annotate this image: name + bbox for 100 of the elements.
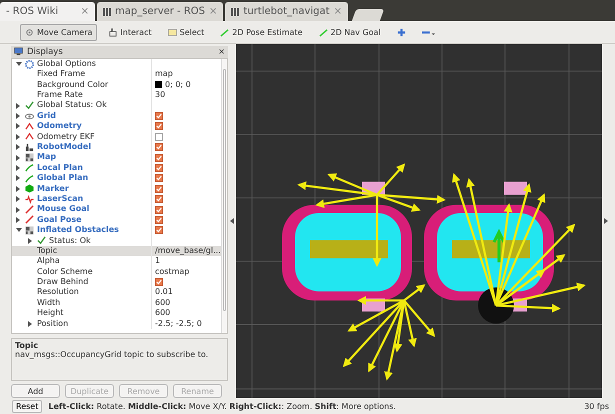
- checkbox[interactable]: [155, 112, 163, 120]
- expand-arrow-icon[interactable]: [16, 154, 20, 161]
- expand-arrow-icon[interactable]: [16, 164, 20, 171]
- tree-label: Mouse Goal: [37, 204, 90, 215]
- tree-row[interactable]: Color Scheme costmap: [12, 266, 221, 278]
- checkbox[interactable]: [155, 278, 163, 286]
- fps-counter: 30 fps: [584, 402, 609, 410]
- tree-row[interactable]: Position -2.5; -2.5; 0: [12, 318, 221, 330]
- tree-row[interactable]: Height 600: [12, 308, 221, 319]
- tree-row[interactable]: Inflated Obstacles: [12, 225, 221, 236]
- tree-label: Topic: [37, 246, 58, 256]
- browser-tab[interactable]: map_server - ROS ×: [97, 2, 224, 21]
- checkbox[interactable]: [155, 184, 163, 193]
- expand-arrow-icon[interactable]: [16, 113, 20, 120]
- tree-label: Alpha: [37, 256, 60, 267]
- tree-row[interactable]: Grid: [12, 110, 221, 122]
- tree-row[interactable]: RobotModel: [12, 142, 221, 152]
- tool-button[interactable]: 2D Nav Goal: [314, 24, 386, 40]
- expand-arrow-icon[interactable]: [16, 144, 20, 150]
- tree-label: Odometry: [37, 121, 82, 132]
- tree-row[interactable]: LaserScan: [12, 194, 221, 204]
- tool-button[interactable]: Select: [162, 24, 210, 40]
- map-view-drawing[interactable]: [236, 44, 602, 398]
- property-value: map: [155, 69, 173, 80]
- property-value: 30: [155, 90, 166, 100]
- laser-scan-icon: [25, 194, 34, 204]
- new-tab-button[interactable]: [352, 9, 384, 21]
- checkbox[interactable]: [155, 216, 163, 224]
- expand-arrow-icon[interactable]: [16, 206, 20, 213]
- tree-row[interactable]: Global Options: [12, 58, 221, 70]
- checkbox[interactable]: [155, 132, 163, 141]
- tree-label: Marker: [37, 184, 69, 194]
- expand-arrow-icon[interactable]: [16, 123, 20, 130]
- tree-row[interactable]: Odometry EKF: [12, 132, 221, 142]
- tree-label: Global Status: Ok: [37, 100, 107, 111]
- camera-icon: [25, 28, 34, 36]
- checkbox[interactable]: [155, 174, 163, 182]
- close-icon[interactable]: ×: [218, 47, 225, 56]
- tree-row[interactable]: Marker: [12, 184, 221, 194]
- tree-row[interactable]: Goal Pose: [12, 214, 221, 226]
- tree-row[interactable]: Frame Rate 30: [12, 90, 221, 100]
- checkbox[interactable]: [155, 154, 163, 162]
- panel-button[interactable]: Add: [11, 384, 60, 398]
- property-value: /move_base/gl...: [155, 246, 221, 256]
- tree-row[interactable]: Background Color 0; 0; 0: [12, 80, 221, 90]
- property-value: 0.01: [155, 287, 173, 298]
- tool-button[interactable]: Interact: [103, 24, 157, 40]
- tree-label: Width: [37, 298, 60, 308]
- expand-arrow-icon[interactable]: [16, 196, 20, 202]
- scrollbar[interactable]: [220, 58, 227, 334]
- tree-row[interactable]: Local Plan: [12, 162, 221, 174]
- reset-button[interactable]: Reset: [12, 400, 42, 412]
- tree-row[interactable]: Resolution 0.01: [12, 287, 221, 298]
- tool-button[interactable]: Move Camera: [20, 24, 98, 40]
- tree-label: Fixed Frame: [37, 69, 86, 80]
- browser-tab[interactable]: - ROS Wiki ×: [0, 2, 95, 21]
- tree-row[interactable]: Alpha 1: [12, 256, 221, 267]
- checkbox[interactable]: [155, 226, 163, 234]
- plus-icon: [396, 28, 406, 36]
- color-swatch[interactable]: [155, 81, 162, 88]
- checkbox[interactable]: [155, 164, 163, 172]
- tree-label: Odometry EKF: [37, 132, 95, 142]
- tree-row[interactable]: Global Plan: [12, 173, 221, 184]
- robot-icon: [25, 142, 34, 152]
- tree-label: Position: [37, 318, 68, 330]
- checkbox[interactable]: [155, 195, 163, 204]
- map-icon: [25, 226, 34, 235]
- expand-arrow-icon[interactable]: [16, 134, 20, 140]
- tree-label: Global Plan: [37, 173, 88, 184]
- tree-label: Status: Ok: [49, 236, 91, 246]
- expand-arrow-icon[interactable]: [16, 102, 20, 109]
- tree-row[interactable]: Width 600: [12, 298, 221, 308]
- tree-label: Height: [37, 308, 64, 319]
- checkbox[interactable]: [155, 122, 163, 130]
- tool-button[interactable]: 2D Pose Estimate: [215, 24, 308, 40]
- tree-row[interactable]: Global Status: Ok: [12, 100, 221, 111]
- expand-arrow-icon[interactable]: [16, 216, 20, 223]
- tree-label: Resolution: [37, 287, 79, 298]
- rectangle-icon: [168, 28, 177, 36]
- panel-title: Displays: [27, 46, 64, 57]
- checkbox[interactable]: [155, 143, 163, 152]
- expand-arrow-icon[interactable]: [16, 62, 22, 66]
- property-value: 600: [155, 308, 170, 319]
- tree-label: Local Plan: [37, 162, 83, 174]
- map-icon: [25, 153, 34, 162]
- checkbox[interactable]: [155, 206, 163, 214]
- tree-row[interactable]: Odometry: [12, 121, 221, 132]
- tree-row[interactable]: Draw Behind: [12, 277, 221, 288]
- expand-arrow-icon[interactable]: [16, 175, 20, 182]
- tree-label: Grid: [37, 110, 56, 122]
- expand-arrow-icon[interactable]: [16, 186, 20, 192]
- tree-row[interactable]: Map: [12, 152, 221, 163]
- tree-row[interactable]: Fixed Frame map: [12, 69, 221, 80]
- expand-arrow-icon[interactable]: [28, 320, 32, 327]
- eye-icon: [25, 112, 34, 121]
- tree-row[interactable]: Mouse Goal: [12, 204, 221, 215]
- tree-row[interactable]: Topic /move_base/gl...: [12, 246, 221, 256]
- tree-label: Goal Pose: [37, 214, 82, 226]
- property-value: -2.5; -2.5; 0: [155, 318, 202, 330]
- browser-tab[interactable]: turtlebot_navigat ×: [225, 2, 348, 21]
